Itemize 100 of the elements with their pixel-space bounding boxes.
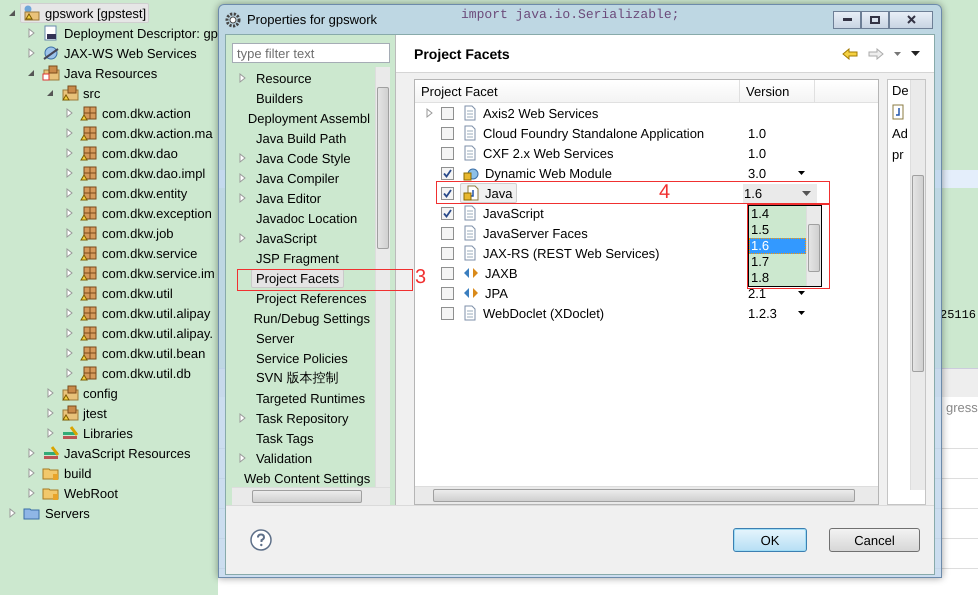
- vertical-scrollbar[interactable]: [806, 206, 821, 286]
- checkbox[interactable]: [441, 106, 454, 120]
- tree-item[interactable]: config: [58, 383, 121, 403]
- checkbox[interactable]: [441, 126, 454, 140]
- tree-item[interactable]: Libraries: [58, 423, 136, 443]
- package-icon: [80, 305, 98, 321]
- tree-item[interactable]: com.dkw.util: [77, 283, 176, 303]
- nav-item[interactable]: Validation: [251, 448, 318, 468]
- package-icon: [80, 325, 98, 341]
- tree-item[interactable]: com.dkw.job: [77, 223, 177, 243]
- checkbox[interactable]: [441, 246, 454, 260]
- tree-item[interactable]: build: [39, 463, 94, 483]
- facet-item[interactable]: CXF 2.x Web Services: [460, 143, 619, 163]
- close-button[interactable]: [889, 10, 933, 28]
- tree-item[interactable]: com.dkw.service: [77, 243, 200, 263]
- facet-item[interactable]: Java: [460, 183, 518, 203]
- nav-item[interactable]: Java Build Path: [251, 128, 352, 148]
- tree-item[interactable]: com.dkw.util.alipay: [77, 303, 214, 323]
- nav-item[interactable]: Deployment Assembl: [242, 108, 375, 128]
- version-dropdown-list[interactable]: 1.4 1.5 1.6 1.7 1.8: [748, 205, 822, 287]
- tree-item[interactable]: com.dkw.action.ma: [77, 123, 216, 143]
- column-header[interactable]: Version: [740, 80, 815, 102]
- dropdown-arrow-icon[interactable]: [798, 171, 805, 175]
- tree-item[interactable]: com.dkw.dao: [77, 143, 181, 163]
- tree-item[interactable]: com.dkw.service.im: [77, 263, 218, 283]
- tree-item[interactable]: JAX-WS Web Services: [39, 43, 200, 63]
- nav-item[interactable]: SVN 版本控制: [251, 367, 344, 389]
- version-option[interactable]: 1.8: [749, 270, 806, 286]
- checkbox[interactable]: [441, 206, 454, 220]
- facet-item[interactable]: WebDoclet (XDoclet): [460, 303, 610, 323]
- facet-item[interactable]: JavaScript: [460, 203, 549, 223]
- checkbox[interactable]: [441, 146, 454, 160]
- tree-item[interactable]: gpswork [gpstest]: [20, 3, 150, 23]
- maximize-button[interactable]: [861, 10, 889, 28]
- facet-item[interactable]: JAX-RS (REST Web Services): [460, 243, 665, 263]
- tree-item[interactable]: jtest: [58, 403, 110, 423]
- horizontal-scrollbar[interactable]: [232, 487, 390, 505]
- horizontal-scrollbar[interactable]: [415, 486, 878, 504]
- nav-item[interactable]: Targeted Runtimes: [251, 388, 370, 408]
- help-icon[interactable]: [250, 529, 272, 551]
- version-combo[interactable]: 1.6: [743, 184, 817, 202]
- nav-item[interactable]: Java Compiler: [251, 168, 344, 188]
- dropdown-arrow-icon[interactable]: [798, 311, 805, 315]
- dialog-button[interactable]: Cancel: [829, 528, 920, 552]
- nav-item[interactable]: Project References: [251, 288, 372, 308]
- tree-item[interactable]: com.dkw.exception: [77, 203, 215, 223]
- nav-item[interactable]: Server: [251, 328, 300, 348]
- tree-item[interactable]: Deployment Descriptor: gp: [39, 23, 218, 43]
- caret-icon[interactable]: [894, 52, 901, 56]
- tree-item[interactable]: Java Resources: [39, 63, 160, 83]
- facet-item[interactable]: Dynamic Web Module: [460, 163, 617, 183]
- tree-item[interactable]: com.dkw.util.alipay.: [77, 323, 216, 343]
- filter-field[interactable]: type filter text: [232, 43, 390, 63]
- nav-item[interactable]: Task Tags: [251, 428, 319, 448]
- tree-item[interactable]: JavaScript Resources: [39, 443, 194, 463]
- vertical-scrollbar[interactable]: [375, 67, 390, 488]
- facet-item[interactable]: Axis2 Web Services: [460, 103, 604, 123]
- vertical-scrollbar[interactable]: [910, 80, 925, 490]
- nav-item[interactable]: Project Facets: [251, 268, 344, 288]
- minimize-button[interactable]: [833, 10, 861, 28]
- checkbox[interactable]: [441, 306, 454, 320]
- nav-item[interactable]: Service Policies: [251, 348, 353, 368]
- dropdown-arrow-icon[interactable]: [798, 291, 805, 295]
- column-header[interactable]: Project Facet: [415, 80, 740, 102]
- tree-item[interactable]: Servers: [20, 503, 93, 523]
- checkbox[interactable]: [441, 166, 454, 180]
- tree-item[interactable]: com.dkw.dao.impl: [77, 163, 208, 183]
- tree-item[interactable]: com.dkw.util.db: [77, 363, 194, 383]
- tree-item[interactable]: com.dkw.action: [77, 103, 194, 123]
- nav-item[interactable]: JSP Fragment: [251, 248, 344, 268]
- nav-item[interactable]: Java Editor: [251, 188, 326, 208]
- checkbox[interactable]: [441, 226, 454, 240]
- nav-item[interactable]: Web Content Settings: [239, 468, 375, 487]
- nav-item[interactable]: Java Code Style: [251, 148, 356, 168]
- tree-item[interactable]: com.dkw.entity: [77, 183, 190, 203]
- facet-item[interactable]: JavaServer Faces: [460, 223, 593, 243]
- version-option[interactable]: 1.5: [749, 222, 806, 238]
- nav-item[interactable]: Javadoc Location: [251, 208, 362, 228]
- back-arrow-icon[interactable]: [842, 48, 858, 60]
- checkbox[interactable]: [441, 286, 454, 300]
- facet-item[interactable]: JPA: [460, 283, 513, 303]
- version-option[interactable]: 1.4: [749, 206, 806, 222]
- facet-item[interactable]: JAXB: [460, 263, 523, 283]
- forward-arrow-icon[interactable]: [868, 48, 884, 60]
- dialog-button[interactable]: OK: [733, 528, 807, 552]
- version-text: 2.1: [748, 286, 768, 300]
- tab-label[interactable]: De: [892, 83, 910, 98]
- facet-item[interactable]: Cloud Foundry Standalone Application: [460, 123, 710, 143]
- checkbox[interactable]: [441, 186, 454, 200]
- tree-item[interactable]: src: [58, 83, 104, 103]
- checkbox[interactable]: [441, 266, 454, 280]
- version-option[interactable]: 1.7: [749, 254, 806, 270]
- nav-item[interactable]: Task Repository: [251, 408, 354, 428]
- nav-item[interactable]: Run/Debug Settings: [248, 308, 375, 328]
- nav-item[interactable]: JavaScript: [251, 228, 322, 248]
- menu-caret-icon[interactable]: [911, 51, 920, 56]
- nav-item[interactable]: Builders: [251, 88, 308, 108]
- tree-item[interactable]: WebRoot: [39, 483, 121, 503]
- nav-item[interactable]: Resource: [251, 68, 317, 88]
- tree-item[interactable]: com.dkw.util.bean: [77, 343, 208, 363]
